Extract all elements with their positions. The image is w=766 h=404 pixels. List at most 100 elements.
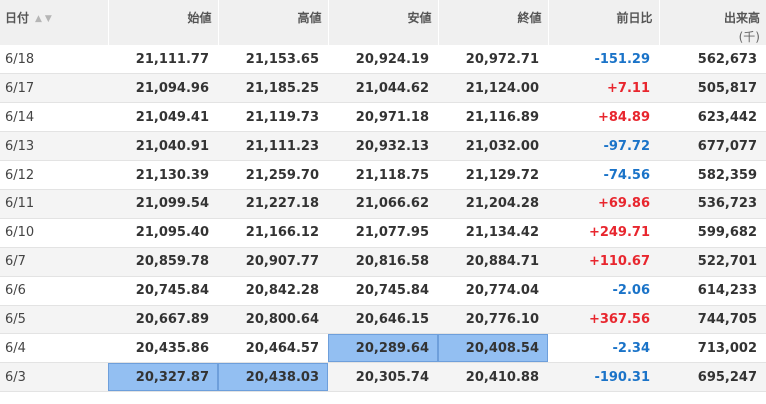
open-cell: 20,745.84 — [135, 283, 209, 299]
close-cell: 20,774.04 — [465, 283, 539, 299]
change-cell: +69.86 — [597, 196, 650, 212]
volume-cell: 522,701 — [697, 254, 757, 270]
date-cell: 6/3 — [5, 369, 26, 385]
header-row: 日付 ▲▼ 始値 高値 安値 終値 前日比 出来高 (千) — [0, 0, 766, 45]
high-cell: 21,227.18 — [245, 196, 319, 212]
date-cell: 6/11 — [5, 196, 35, 212]
header-volume-label: 出来高 — [723, 11, 760, 25]
table-row[interactable]: 6/4 20,435.86 20,464.57 20,289.64 20,408.54 -… — [0, 333, 766, 363]
header-close[interactable]: 終値 — [438, 0, 549, 45]
change-cell: +7.11 — [607, 80, 650, 96]
table-row[interactable]: 6/7 20,859.78 20,907.77 20,816.58 20,884.71 +… — [0, 247, 766, 277]
open-cell: 20,859.78 — [135, 254, 209, 270]
table-row[interactable]: 6/3 20,327.87 20,438.03 20,305.74 20,410.88 -… — [0, 362, 766, 392]
date-cell: 6/7 — [5, 254, 26, 270]
header-low[interactable]: 安値 — [328, 0, 439, 45]
high-cell: 20,464.57 — [245, 340, 319, 356]
sort-arrows-icon[interactable]: ▲▼ — [35, 14, 55, 24]
volume-cell: 744,705 — [697, 311, 757, 327]
date-cell: 6/4 — [5, 340, 26, 356]
close-cell: 21,124.00 — [465, 80, 539, 96]
close-cell: 21,032.00 — [465, 138, 539, 154]
table-row[interactable]: 6/10 21,095.40 21,166.12 21,077.95 21,134.42… — [0, 218, 766, 248]
date-cell: 6/5 — [5, 311, 26, 327]
table-body: 6/18 21,111.77 21,153.65 20,924.19 20,972.71… — [0, 45, 766, 392]
header-change-label: 前日比 — [616, 11, 653, 25]
header-open-label: 始値 — [187, 11, 212, 25]
header-high[interactable]: 高値 — [218, 0, 329, 45]
date-cell: 6/12 — [5, 167, 35, 183]
table-row[interactable]: 6/13 21,040.91 21,111.23 20,932.13 21,032.00… — [0, 131, 766, 161]
header-date[interactable]: 日付 ▲▼ — [0, 0, 109, 45]
close-cell: 20,410.88 — [465, 369, 539, 385]
date-cell: 6/17 — [5, 80, 35, 96]
volume-cell: 582,359 — [697, 167, 757, 183]
open-cell: 20,435.86 — [135, 340, 209, 356]
open-cell: 21,049.41 — [135, 109, 209, 125]
header-open[interactable]: 始値 — [108, 0, 219, 45]
close-cell: 20,972.71 — [465, 51, 539, 67]
date-cell: 6/14 — [5, 109, 35, 125]
table-row[interactable]: 6/6 20,745.84 20,842.28 20,745.84 20,774.04 -… — [0, 276, 766, 306]
volume-cell: 677,077 — [697, 138, 757, 154]
header-high-label: 高値 — [297, 11, 322, 25]
change-cell: +249.71 — [588, 225, 650, 241]
table-row[interactable]: 6/18 21,111.77 21,153.65 20,924.19 20,972.71… — [0, 45, 766, 74]
close-cell: 20,776.10 — [465, 311, 539, 327]
table-row[interactable]: 6/5 20,667.89 20,800.64 20,646.15 20,776.10 +… — [0, 305, 766, 334]
volume-cell: 623,442 — [697, 109, 757, 125]
header-volume-unit: (千) — [738, 30, 760, 44]
high-cell: 21,119.73 — [245, 109, 319, 125]
date-cell: 6/13 — [5, 138, 35, 154]
low-cell: 20,646.15 — [355, 311, 429, 327]
high-cell: 21,166.12 — [245, 225, 319, 241]
close-cell: 21,204.28 — [465, 196, 539, 212]
close-cell: 20,884.71 — [465, 254, 539, 270]
change-cell: -97.72 — [603, 138, 650, 154]
change-cell: -151.29 — [594, 51, 650, 67]
header-close-label: 終値 — [517, 11, 542, 25]
open-cell: 21,099.54 — [135, 196, 209, 212]
table-header: 日付 ▲▼ 始値 高値 安値 終値 前日比 出来高 (千) — [0, 0, 766, 45]
header-date-label: 日付 — [5, 11, 30, 25]
header-volume[interactable]: 出来高 (千) — [659, 0, 766, 45]
change-cell: +367.56 — [588, 311, 650, 327]
date-cell: 6/18 — [5, 51, 35, 67]
low-cell: 21,077.95 — [355, 225, 429, 241]
close-cell: 21,134.42 — [465, 225, 539, 241]
change-cell: -2.06 — [612, 283, 650, 299]
high-cell: 21,111.23 — [245, 138, 319, 154]
high-cell: 20,907.77 — [245, 254, 319, 270]
open-cell: 20,667.89 — [135, 311, 209, 327]
open-cell: 21,040.91 — [135, 138, 209, 154]
close-cell: 21,116.89 — [465, 109, 539, 125]
low-cell: 21,066.62 — [355, 196, 429, 212]
change-cell: +84.89 — [597, 109, 650, 125]
high-cell: 20,842.28 — [245, 283, 319, 299]
volume-cell: 505,817 — [697, 80, 757, 96]
change-cell: -190.31 — [594, 369, 650, 385]
price-history-table: 日付 ▲▼ 始値 高値 安値 終値 前日比 出来高 (千) 6/18 21,111.7… — [0, 0, 766, 392]
low-cell: 20,932.13 — [355, 138, 429, 154]
high-cell: 21,259.70 — [245, 167, 319, 183]
close-cell: 20,408.54 — [438, 333, 548, 363]
low-cell: 21,044.62 — [355, 80, 429, 96]
low-cell: 21,118.75 — [355, 167, 429, 183]
table-row[interactable]: 6/14 21,049.41 21,119.73 20,971.18 21,116.89… — [0, 102, 766, 132]
low-cell: 20,745.84 — [355, 283, 429, 299]
high-cell: 20,438.03 — [218, 362, 328, 392]
header-change[interactable]: 前日比 — [548, 0, 660, 45]
table-row[interactable]: 6/11 21,099.54 21,227.18 21,066.62 21,204.28… — [0, 189, 766, 219]
table-row[interactable]: 6/12 21,130.39 21,259.70 21,118.75 21,129.72… — [0, 160, 766, 190]
volume-cell: 713,002 — [697, 340, 757, 356]
change-cell: -74.56 — [603, 167, 650, 183]
volume-cell: 599,682 — [697, 225, 757, 241]
open-cell: 21,095.40 — [135, 225, 209, 241]
table-row[interactable]: 6/17 21,094.96 21,185.25 21,044.62 21,124.00… — [0, 73, 766, 103]
open-cell: 21,130.39 — [135, 167, 209, 183]
high-cell: 20,800.64 — [245, 311, 319, 327]
low-cell: 20,924.19 — [355, 51, 429, 67]
open-cell: 21,111.77 — [135, 51, 209, 67]
change-cell: +110.67 — [588, 254, 650, 270]
low-cell: 20,305.74 — [355, 369, 429, 385]
